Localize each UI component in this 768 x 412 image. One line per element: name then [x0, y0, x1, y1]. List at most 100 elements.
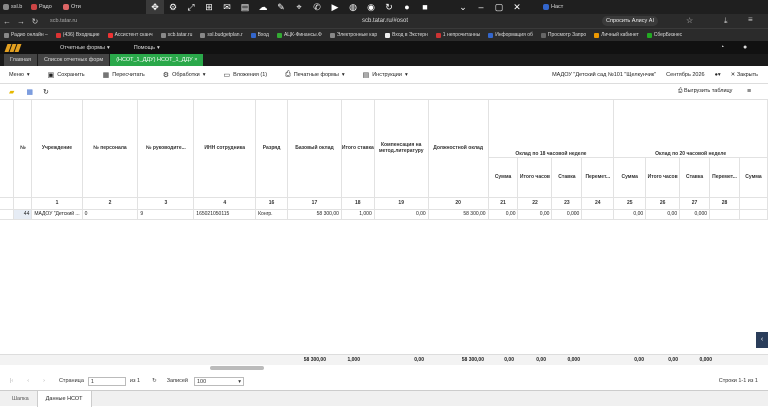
camera-icon[interactable]: ◉: [362, 0, 380, 14]
sub-header[interactable]: Итого часов: [517, 157, 553, 198]
print-button[interactable]: ⎙ Печатные формы ▾: [276, 66, 353, 84]
video-icon[interactable]: ▶: [326, 0, 344, 14]
user-icon[interactable]: ●: [743, 44, 747, 51]
bell-icon[interactable]: ◔: [720, 44, 724, 51]
bookmark-item[interactable]: Радио онлайн –: [0, 32, 52, 38]
bookmark-item[interactable]: 1 непрочитанны: [432, 32, 484, 38]
next-page-icon[interactable]: ›: [43, 378, 45, 384]
close-button[interactable]: ✕ Закрыть: [731, 72, 758, 78]
bookmark-star-icon[interactable]: ☆: [686, 16, 693, 25]
columns-menu-icon[interactable]: ≡: [747, 88, 751, 95]
bookmark-item[interactable]: Вход в Экстерн: [381, 32, 432, 38]
cell[interactable]: 58 300,00: [287, 209, 342, 220]
bookmark-item[interactable]: scb.tatar.ru: [157, 32, 197, 38]
ai-button[interactable]: Спросить Алису AI: [602, 16, 658, 26]
cell[interactable]: 0,00: [613, 209, 647, 220]
tab-home[interactable]: Главная: [4, 54, 37, 66]
prev-page-icon[interactable]: ‹: [27, 378, 29, 384]
sub-header[interactable]: Сумма: [739, 157, 768, 198]
refresh-icon[interactable]: ↻: [43, 88, 49, 96]
attach-button[interactable]: ▭ Вложения (1): [214, 66, 276, 84]
cell[interactable]: 44: [13, 209, 33, 220]
cell[interactable]: 0,000: [551, 209, 583, 220]
info-button[interactable]: ●▾: [715, 72, 721, 78]
stop-icon[interactable]: ■: [416, 0, 434, 14]
tab-forms-list[interactable]: Список отчетных форм: [37, 54, 110, 66]
download-icon[interactable]: ⤓: [724, 16, 728, 26]
cell[interactable]: [581, 209, 615, 220]
sub-header[interactable]: Перемет...: [709, 157, 740, 198]
bookmark-item[interactable]: Ассистент сканч: [104, 32, 157, 38]
sub-header[interactable]: Сумма: [488, 157, 519, 198]
menu-button[interactable]: Меню ▾: [0, 66, 39, 84]
globe-icon[interactable]: ◍: [344, 0, 362, 14]
gear-icon[interactable]: ⚙: [164, 0, 182, 14]
bookmark-item[interactable]: АЦК-Финансы.Ф: [273, 32, 326, 38]
col-header-base-salary[interactable]: Базовый оклад: [287, 100, 342, 198]
col-header-head-num[interactable]: № руководите...: [137, 100, 195, 198]
bookmark-item[interactable]: Вход: [247, 32, 273, 38]
col-header-org[interactable]: Учреждение: [31, 100, 83, 198]
close-icon[interactable]: ✕: [508, 0, 526, 14]
col-header-position-salary[interactable]: Должностной оклад: [428, 100, 489, 198]
save-button[interactable]: ▣ Сохранить: [39, 66, 94, 84]
maximize-icon[interactable]: ▢: [490, 0, 508, 14]
browser-tab[interactable]: ssl.b: [0, 0, 28, 14]
recalc-button[interactable]: ▦ Пересчитать: [94, 66, 154, 84]
close-icon[interactable]: ×: [194, 57, 197, 63]
last-page-icon[interactable]: ↻: [152, 378, 157, 384]
browser-tab[interactable]: Оти: [60, 0, 92, 14]
mail-icon[interactable]: ✉: [218, 0, 236, 14]
dot-icon[interactable]: ●: [398, 0, 416, 14]
browser-tab[interactable]: Радо: [28, 0, 60, 14]
phone-icon[interactable]: ✆: [308, 0, 326, 14]
browser-tab[interactable]: Наст: [540, 0, 572, 14]
col-header-staff-num[interactable]: № персонала: [82, 100, 139, 198]
tab-header[interactable]: Шапка: [4, 391, 37, 407]
file-icon[interactable]: ▤: [236, 0, 254, 14]
back-icon[interactable]: ←: [0, 17, 14, 26]
grid-view-icon[interactable]: ▦: [26, 88, 33, 96]
col-header-grade[interactable]: Разряд: [255, 100, 289, 198]
col-header-compensation[interactable]: Компенсация на метод.литературу: [374, 100, 429, 198]
minimize-icon[interactable]: –: [472, 0, 490, 14]
row-checkbox[interactable]: [0, 209, 15, 220]
cell[interactable]: [739, 209, 768, 220]
page-input[interactable]: 1: [87, 376, 126, 386]
cell[interactable]: 58 300,00: [428, 209, 489, 220]
col-header-inn[interactable]: ИНН сотрудника: [193, 100, 257, 198]
expand-icon[interactable]: ⤢: [182, 0, 200, 14]
cell[interactable]: 0: [82, 209, 139, 220]
sub-header[interactable]: Перемет...: [581, 157, 615, 198]
bookmark-item[interactable]: ssl.budgetplan.r: [196, 32, 246, 38]
instr-button[interactable]: ▤ Инструкции ▾: [354, 66, 417, 84]
bookmark-item[interactable]: Информация об: [484, 32, 537, 38]
sub-header[interactable]: Итого часов: [645, 157, 681, 198]
pin-icon[interactable]: ⌖: [290, 0, 308, 14]
move-icon[interactable]: ✥: [146, 0, 164, 14]
col-header-total-rate[interactable]: Итого ставка: [341, 100, 375, 198]
process-button[interactable]: ⚙ Обработки ▾: [154, 66, 215, 84]
cell[interactable]: 0,00: [488, 209, 519, 220]
sub-header[interactable]: Сумма: [613, 157, 647, 198]
bookmark-item[interactable]: Просмотр Запро: [537, 32, 590, 38]
sub-header[interactable]: Ставка: [679, 157, 711, 198]
sub-header[interactable]: Ставка: [551, 157, 583, 198]
cell[interactable]: 0,000: [679, 209, 711, 220]
menu-help[interactable]: Помощь: [120, 45, 169, 51]
tab-data[interactable]: Данные НСОТ: [36, 390, 92, 407]
select-all-cell[interactable]: [0, 100, 15, 198]
cell[interactable]: Конгр.: [255, 209, 289, 220]
bookmark-item[interactable]: Электронные кар: [326, 32, 381, 38]
url-field[interactable]: scb.tatar.ru/#osot: [310, 14, 460, 28]
side-panel-button[interactable]: ‹: [756, 332, 768, 348]
chat-icon[interactable]: ☁: [254, 0, 272, 14]
table-row[interactable]: 44 МАДОУ "Детский ... 0 9 165021050115 К…: [0, 209, 768, 220]
bookmark-item[interactable]: Личный кабинет: [590, 32, 643, 38]
cell[interactable]: МАДОУ "Детский ...: [31, 209, 83, 220]
cell[interactable]: 1,000: [341, 209, 375, 220]
bookmark-item[interactable]: СберБизнес: [643, 32, 686, 38]
refresh-icon[interactable]: ↻: [380, 0, 398, 14]
cell[interactable]: 0,00: [517, 209, 553, 220]
tab-nsot[interactable]: (НСОТ_1_ДДУ) НСОТ_1_ДДУ ×: [110, 54, 204, 66]
